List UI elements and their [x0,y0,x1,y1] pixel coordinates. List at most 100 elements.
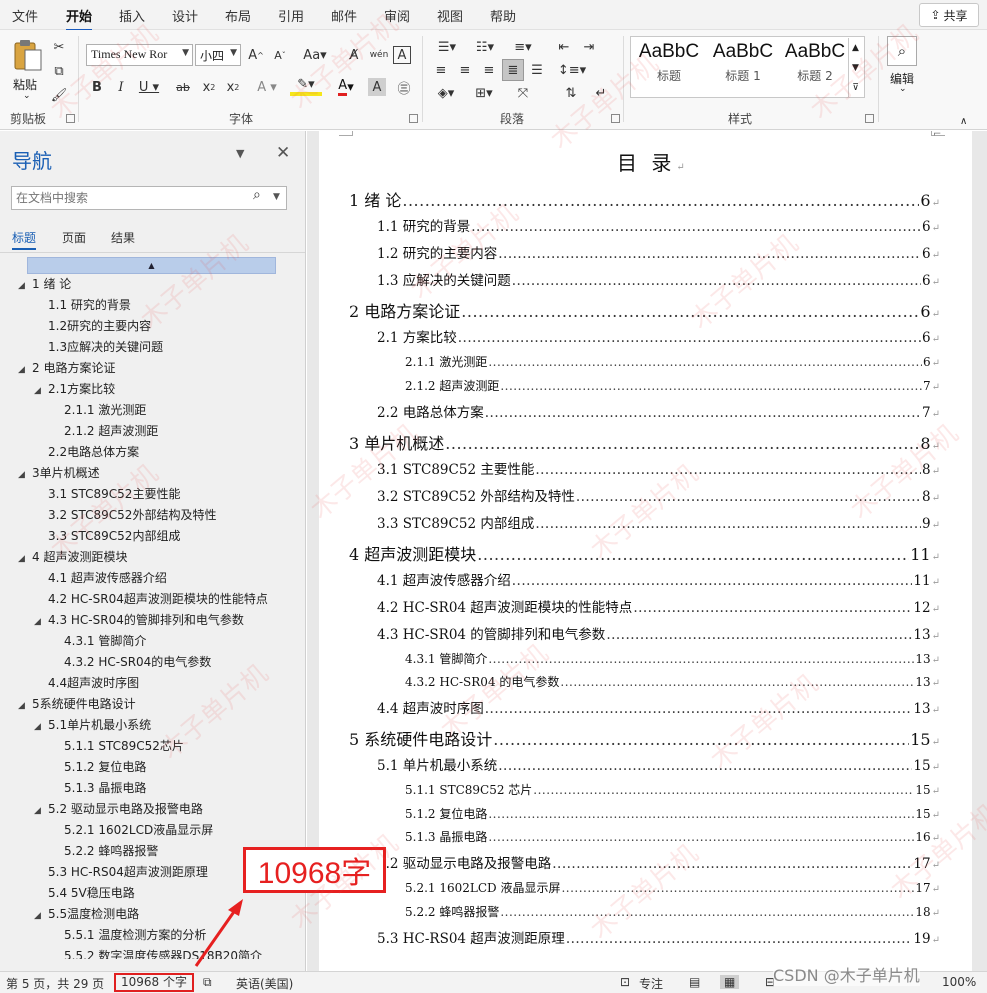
nav-search-input[interactable] [11,186,287,210]
align-center-icon[interactable]: ≡ [454,59,476,81]
increase-indent-icon[interactable]: ⇥ [578,36,600,58]
expand-triangle-icon[interactable]: ◢ [34,612,48,633]
toc-entry[interactable]: 5.1 单片机最小系统 15↵ [377,754,940,774]
toc-entry[interactable]: 5.3 HC-RS04 超声波测距原理 19↵ [377,927,940,947]
change-case-icon[interactable]: Aa▾ [300,44,330,66]
expand-triangle-icon[interactable]: ◢ [34,906,48,927]
font-launcher-icon[interactable] [409,114,418,123]
nav-options-icon[interactable]: ▼ [236,147,244,160]
nav-heading-item[interactable]: ◢ 4.3 HC-SR04的管脚排列和电气参数 [34,610,244,631]
character-shading-icon[interactable]: A [368,78,386,96]
expand-triangle-icon[interactable]: ◢ [34,801,48,822]
paste-button[interactable]: 粘贴 ⌄ [8,36,46,101]
toc-entry[interactable]: 3.2 STC89C52 外部结构及特性 8↵ [377,485,940,505]
toc-entry[interactable]: 4.1 超声波传感器介绍 11↵ [377,569,940,589]
styles-scroll-down-icon[interactable]: ▼ [848,58,862,78]
tab-mailings[interactable]: 邮件 [331,6,357,25]
collapse-ribbon-icon[interactable]: ∧ [960,116,967,127]
toc-entry[interactable]: 1.3 应解决的关键问题 6↵ [377,269,940,289]
toc-entry[interactable]: 2.1.1 激光测距 6↵ [405,353,940,370]
clear-formatting-icon[interactable]: A̸ [343,44,365,66]
styles-more-icon[interactable]: ⊽ [848,78,862,98]
nav-heading-item[interactable]: ◢ 1 绪 论 [18,274,71,295]
multilevel-list-icon[interactable]: ≡▾ [506,36,540,58]
nav-heading-item[interactable]: 4.1 超声波传感器介绍 [34,568,167,589]
document-page[interactable]: 目 录↵ 1 绪 论6↵1.1 研究的背景6↵1.2 研究的主要内容6↵1.3 … [319,131,972,971]
toc-entry[interactable]: 4.2 HC-SR04 超声波测距模块的性能特点 12↵ [377,596,940,616]
tab-design[interactable]: 设计 [172,6,198,25]
read-mode-icon[interactable]: ▤ [689,975,700,989]
expand-triangle-icon[interactable]: ◢ [18,549,32,570]
nav-heading-item[interactable]: 3.2 STC89C52外部结构及特性 [34,505,216,526]
expand-triangle-icon[interactable]: ◢ [34,717,48,738]
shading-icon[interactable]: ◈▾ [430,82,462,104]
nav-heading-item[interactable]: 1.2研究的主要内容 [34,316,151,337]
toc-entry[interactable]: 5.1.1 STC89C52 芯片 15↵ [405,781,940,798]
nav-heading-item[interactable]: 4.4超声波时序图 [34,673,139,694]
tab-home[interactable]: 开始 [66,6,93,31]
nav-heading-item[interactable]: 3.3 STC89C52内部组成 [34,526,180,547]
tab-insert[interactable]: 插入 [119,6,145,25]
editing-button[interactable]: ⌕ 编辑 ⌄ [886,36,920,100]
styles-launcher-icon[interactable] [865,114,874,123]
borders-icon[interactable]: ⊞▾ [468,82,500,104]
paragraph-launcher-icon[interactable] [611,114,620,123]
decrease-indent-icon[interactable]: ⇤ [553,36,575,58]
nav-heading-item[interactable]: 2.1.2 超声波测距 [50,421,158,442]
font-color-icon[interactable]: A ▾ [330,76,362,98]
character-border-icon[interactable]: A [393,46,411,64]
show-marks-icon[interactable]: ↵ [590,82,612,104]
nav-heading-item[interactable]: 5.2.1 1602LCD液晶显示屏 [50,820,213,841]
nav-heading-item[interactable]: 5.1.3 晶振电路 [50,778,146,799]
expand-triangle-icon[interactable]: ◢ [18,465,32,486]
style-heading-1[interactable]: AaBbC 标题 1 [707,41,779,84]
nav-heading-item[interactable]: 4.2 HC-SR04超声波测距模块的性能特点 [34,589,268,610]
distributed-icon[interactable]: ☰ [526,59,548,81]
toc-entry[interactable]: 1.1 研究的背景 6↵ [377,215,940,235]
word-count[interactable]: 10968 个字 [114,973,194,992]
nav-heading-item[interactable]: 4.3.2 HC-SR04的电气参数 [50,652,211,673]
style-title[interactable]: AaBbC 标题 [633,41,705,84]
nav-heading-item[interactable]: 5.1.2 复位电路 [50,757,146,778]
nav-heading-item[interactable]: 5.2.2 蜂鸣器报警 [50,841,158,862]
nav-heading-item[interactable]: ◢ 4 超声波测距模块 [18,547,127,568]
nav-heading-item[interactable]: ◢ 2.1方案比较 [34,379,115,400]
expand-triangle-icon[interactable]: ◢ [18,360,32,381]
nav-collapse-all-button[interactable]: ▲ [27,257,276,274]
nav-heading-item[interactable]: ◢ 3单片机概述 [18,463,100,484]
tab-review[interactable]: 审阅 [384,6,410,25]
nav-heading-item[interactable]: 3.1 STC89C52主要性能 [34,484,180,505]
share-button[interactable]: ⇪ 共享 [919,3,979,27]
superscript-icon[interactable]: x2 [222,76,244,98]
nav-heading-item[interactable]: 2.1.1 激光测距 [50,400,146,421]
toc-entry[interactable]: 5.2 驱动显示电路及报警电路 17↵ [377,852,940,872]
copy-icon[interactable]: ⧉ [48,60,70,82]
nav-heading-item[interactable]: 2.2电路总体方案 [34,442,139,463]
sort-icon[interactable]: ⇅ [560,82,582,104]
page-indicator[interactable]: 第 5 页，共 29 页 [6,975,104,992]
toc-entry[interactable]: 2.2 电路总体方案 7↵ [377,401,940,421]
close-icon[interactable]: ✕ [276,143,290,163]
italic-icon[interactable]: I [110,76,132,98]
style-heading-2[interactable]: AaBbC 标题 2 [779,41,851,84]
toc-entry[interactable]: 3.3 STC89C52 内部组成 9↵ [377,512,940,532]
search-icon[interactable]: ⌕ [253,187,261,203]
toc-entry[interactable]: 4.4 超声波时序图 13↵ [377,697,940,717]
tab-file[interactable]: 文件 [12,6,38,25]
expand-triangle-icon[interactable]: ◢ [34,381,48,402]
format-painter-icon[interactable]: 🖌 [48,84,70,106]
tab-view[interactable]: 视图 [437,6,463,25]
toc-entry[interactable]: 4.3.1 管脚简介 13↵ [405,650,940,667]
toc-entry[interactable]: 4.3.2 HC-SR04 的电气参数 13↵ [405,673,940,690]
font-name-combo[interactable]: Times New Ror ▼ [86,44,193,66]
tab-references[interactable]: 引用 [278,6,304,25]
cut-icon[interactable]: ✂ [48,36,70,58]
toc-entry[interactable]: 2 电路方案论证 6↵ [349,298,940,322]
nav-tab-headings[interactable]: 标题 [12,229,37,250]
strikethrough-icon[interactable]: ab [172,76,194,98]
clipboard-launcher-icon[interactable] [66,114,75,123]
nav-heading-item[interactable]: ◢ 5.5温度检测电路 [34,904,139,925]
nav-heading-item[interactable]: 1.3应解决的关键问题 [34,337,163,358]
print-layout-icon[interactable]: ▦ [720,975,740,989]
font-size-combo[interactable]: 小四 ▼ [195,44,241,66]
